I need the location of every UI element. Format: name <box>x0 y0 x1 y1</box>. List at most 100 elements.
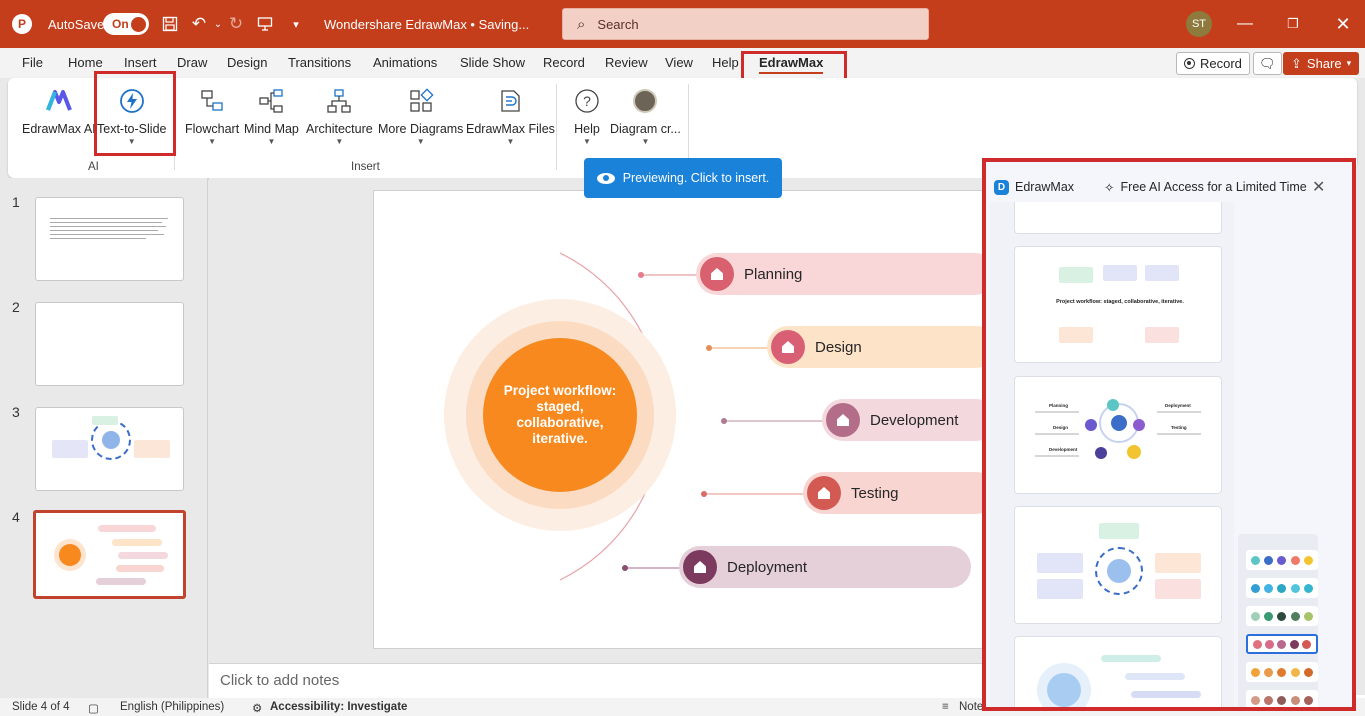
template-label: Planning <box>1049 403 1068 408</box>
eye-icon <box>596 172 615 184</box>
diagram-creator-button[interactable]: Diagram cr... ▼ <box>610 86 681 146</box>
autosave-toggle[interactable]: On <box>103 0 149 48</box>
record-label: Record <box>1200 56 1242 71</box>
home-icon <box>700 257 734 291</box>
template-card[interactable] <box>1014 506 1222 624</box>
chevron-down-icon: ▼ <box>267 137 276 146</box>
record-button[interactable]: Record <box>1176 52 1250 75</box>
tab-file[interactable]: File <box>22 55 43 70</box>
edrawmax-ai-icon <box>44 86 74 116</box>
stage-deployment: Deployment <box>679 546 971 588</box>
tab-home[interactable]: Home <box>68 55 103 70</box>
connector-dot <box>638 272 644 278</box>
color-palette-option[interactable] <box>1246 550 1318 570</box>
panel-brand: EdrawMax <box>1015 180 1075 194</box>
comments-button[interactable]: 🗨 <box>1253 52 1282 75</box>
slide-thumbnail-4[interactable] <box>33 510 186 599</box>
slide-thumbnail-1[interactable] <box>35 197 184 281</box>
template-card[interactable] <box>1014 636 1222 707</box>
tab-transitions[interactable]: Transitions <box>288 55 351 70</box>
tab-view[interactable]: View <box>665 55 693 70</box>
slide-thumbnails-pane: 1 2 3 4 <box>0 178 208 698</box>
template-card[interactable] <box>1014 202 1222 234</box>
stage-development: Development <box>822 399 986 441</box>
flowchart-button[interactable]: Flowchart ▼ <box>185 86 239 146</box>
user-avatar[interactable]: ST <box>1186 0 1212 48</box>
share-dropdown-icon: ▾ <box>1346 58 1352 68</box>
tab-animations[interactable]: Animations <box>373 55 437 70</box>
template-caption: Project workflow: staged, collaborative,… <box>1056 299 1184 305</box>
present-icon[interactable] <box>253 0 277 48</box>
tab-design[interactable]: Design <box>227 55 267 70</box>
slide-number: 4 <box>12 509 20 525</box>
color-palette-list <box>1238 534 1318 707</box>
stage-label: Planning <box>744 265 803 283</box>
chevron-down-icon: ▼ <box>583 137 591 146</box>
color-palette-option[interactable] <box>1246 578 1318 598</box>
customize-toolbar-icon[interactable]: ▾ <box>284 0 308 48</box>
stage-label: Testing <box>851 484 899 502</box>
stage-planning: Planning <box>696 253 986 295</box>
template-label: Testing <box>1171 425 1187 430</box>
slide-number: 3 <box>12 404 20 420</box>
connector-dot <box>706 345 712 351</box>
sparkle-icon: ✧ <box>1104 180 1115 195</box>
notes-placeholder: Click to add notes <box>220 672 340 689</box>
color-palette-option-selected[interactable] <box>1246 634 1318 654</box>
slide-canvas[interactable]: Project workflow: staged, collaborative,… <box>373 190 987 649</box>
mind-map-button[interactable]: Mind Map ▼ <box>244 86 299 146</box>
tab-help[interactable]: Help <box>712 55 739 70</box>
slide-thumbnail-2[interactable] <box>35 302 184 386</box>
color-palette-option[interactable] <box>1246 606 1318 626</box>
chevron-down-icon: ▼ <box>506 137 515 146</box>
color-palette-option[interactable] <box>1246 662 1318 682</box>
tab-draw[interactable]: Draw <box>177 55 207 70</box>
more-diagrams-button[interactable]: More Diagrams ▼ <box>378 86 463 146</box>
close-icon[interactable]: ✕ <box>1328 0 1358 48</box>
share-icon: ⇪ <box>1291 55 1302 71</box>
slide-thumbnail-3[interactable] <box>35 407 184 491</box>
proofing-icon[interactable]: ▢ <box>88 701 99 715</box>
template-card[interactable]: Project workflow: staged, collaborative,… <box>1014 246 1222 363</box>
color-palette-option[interactable] <box>1246 690 1318 707</box>
search-box[interactable]: ⌕ Search <box>562 8 929 40</box>
tab-review[interactable]: Review <box>605 55 648 70</box>
edrawmax-ai-button[interactable]: EdrawMax AI <box>22 86 96 136</box>
panel-header: D EdrawMax ✧ Free AI Access for a Limite… <box>986 170 1352 204</box>
connector-dot <box>622 565 628 571</box>
language-indicator[interactable]: English (Philippines) <box>120 701 224 713</box>
accessibility-icon: ⚙ <box>252 703 263 715</box>
template-card[interactable]: Planning Deployment Design Testing Devel… <box>1014 376 1222 494</box>
svg-text:?: ? <box>583 93 591 109</box>
stage-testing: Testing <box>803 472 986 514</box>
architecture-icon <box>324 86 354 116</box>
tab-insert[interactable]: Insert <box>124 55 157 70</box>
preview-tooltip[interactable]: Previewing. Click to insert. <box>584 158 782 198</box>
slide-number: 2 <box>12 299 20 315</box>
restore-icon[interactable]: ❐ <box>1278 0 1308 48</box>
stage-label: Design <box>815 338 862 356</box>
share-button[interactable]: ⇪ Share ▾ <box>1283 52 1360 75</box>
help-icon: ? <box>572 86 602 116</box>
promo-text[interactable]: Free AI Access for a Limited Time <box>1121 180 1307 194</box>
tab-slide-show[interactable]: Slide Show <box>460 55 525 70</box>
edrawmax-files-button[interactable]: EdrawMax Files ▼ <box>466 86 555 146</box>
architecture-button[interactable]: Architecture ▼ <box>306 86 373 146</box>
template-list: Project workflow: staged, collaborative,… <box>990 202 1234 707</box>
group-label-insert: Insert <box>351 161 380 173</box>
help-button[interactable]: ? Help ▼ <box>572 86 602 146</box>
vertical-scrollbar[interactable] <box>1356 165 1365 695</box>
save-icon[interactable] <box>158 0 182 48</box>
close-panel-icon[interactable]: ✕ <box>1312 177 1325 197</box>
edrawmax-files-icon <box>495 86 525 116</box>
notes-toggle[interactable]: Note <box>959 701 983 713</box>
window-title: Wondershare EdrawMax • Saving... <box>324 16 530 32</box>
text-to-slide-highlight <box>94 71 176 156</box>
edrawmax-panel: D EdrawMax ✧ Free AI Access for a Limite… <box>982 158 1356 711</box>
ribbon-tabs: File Home Insert Draw Design Transitions… <box>0 48 1365 78</box>
more-diagrams-icon <box>406 86 436 116</box>
tab-record[interactable]: Record <box>543 55 585 70</box>
accessibility-status[interactable]: Accessibility: Investigate <box>270 701 407 713</box>
edrawmax-logo-icon: D <box>994 179 1009 195</box>
minimize-icon[interactable]: — <box>1230 0 1260 48</box>
